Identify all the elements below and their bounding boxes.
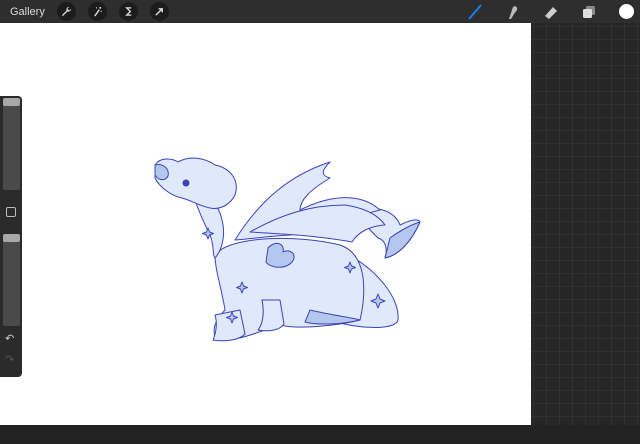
modify-square-icon[interactable] <box>6 207 16 217</box>
selection-icon[interactable] <box>118 2 138 21</box>
smudge-icon[interactable] <box>505 4 521 20</box>
layers-icon[interactable] <box>581 4 597 20</box>
actions-wrench-icon[interactable] <box>56 2 76 21</box>
brush-size-thumb[interactable] <box>3 98 20 106</box>
sidebar: ↶ ↷ <box>0 96 22 377</box>
adjustments-magic-wand-icon[interactable] <box>87 2 107 21</box>
eraser-icon[interactable] <box>543 4 559 20</box>
brush-size-slider[interactable] <box>3 98 20 190</box>
opacity-thumb[interactable] <box>3 234 20 242</box>
color-picker-button[interactable] <box>619 4 634 19</box>
undo-icon[interactable]: ↶ <box>5 334 14 345</box>
top-toolbar: Gallery <box>0 0 640 23</box>
gallery-button[interactable]: Gallery <box>10 6 45 18</box>
brush-icon[interactable] <box>467 3 483 20</box>
procreate-workspace: Gallery ↶ ↷ <box>0 0 640 444</box>
dragon-artwork <box>154 157 421 342</box>
transform-arrow-icon[interactable] <box>149 2 169 21</box>
redo-icon[interactable]: ↷ <box>5 355 14 366</box>
bottom-bar <box>0 425 640 444</box>
opacity-slider[interactable] <box>3 234 20 326</box>
drawing-canvas[interactable] <box>0 23 531 425</box>
